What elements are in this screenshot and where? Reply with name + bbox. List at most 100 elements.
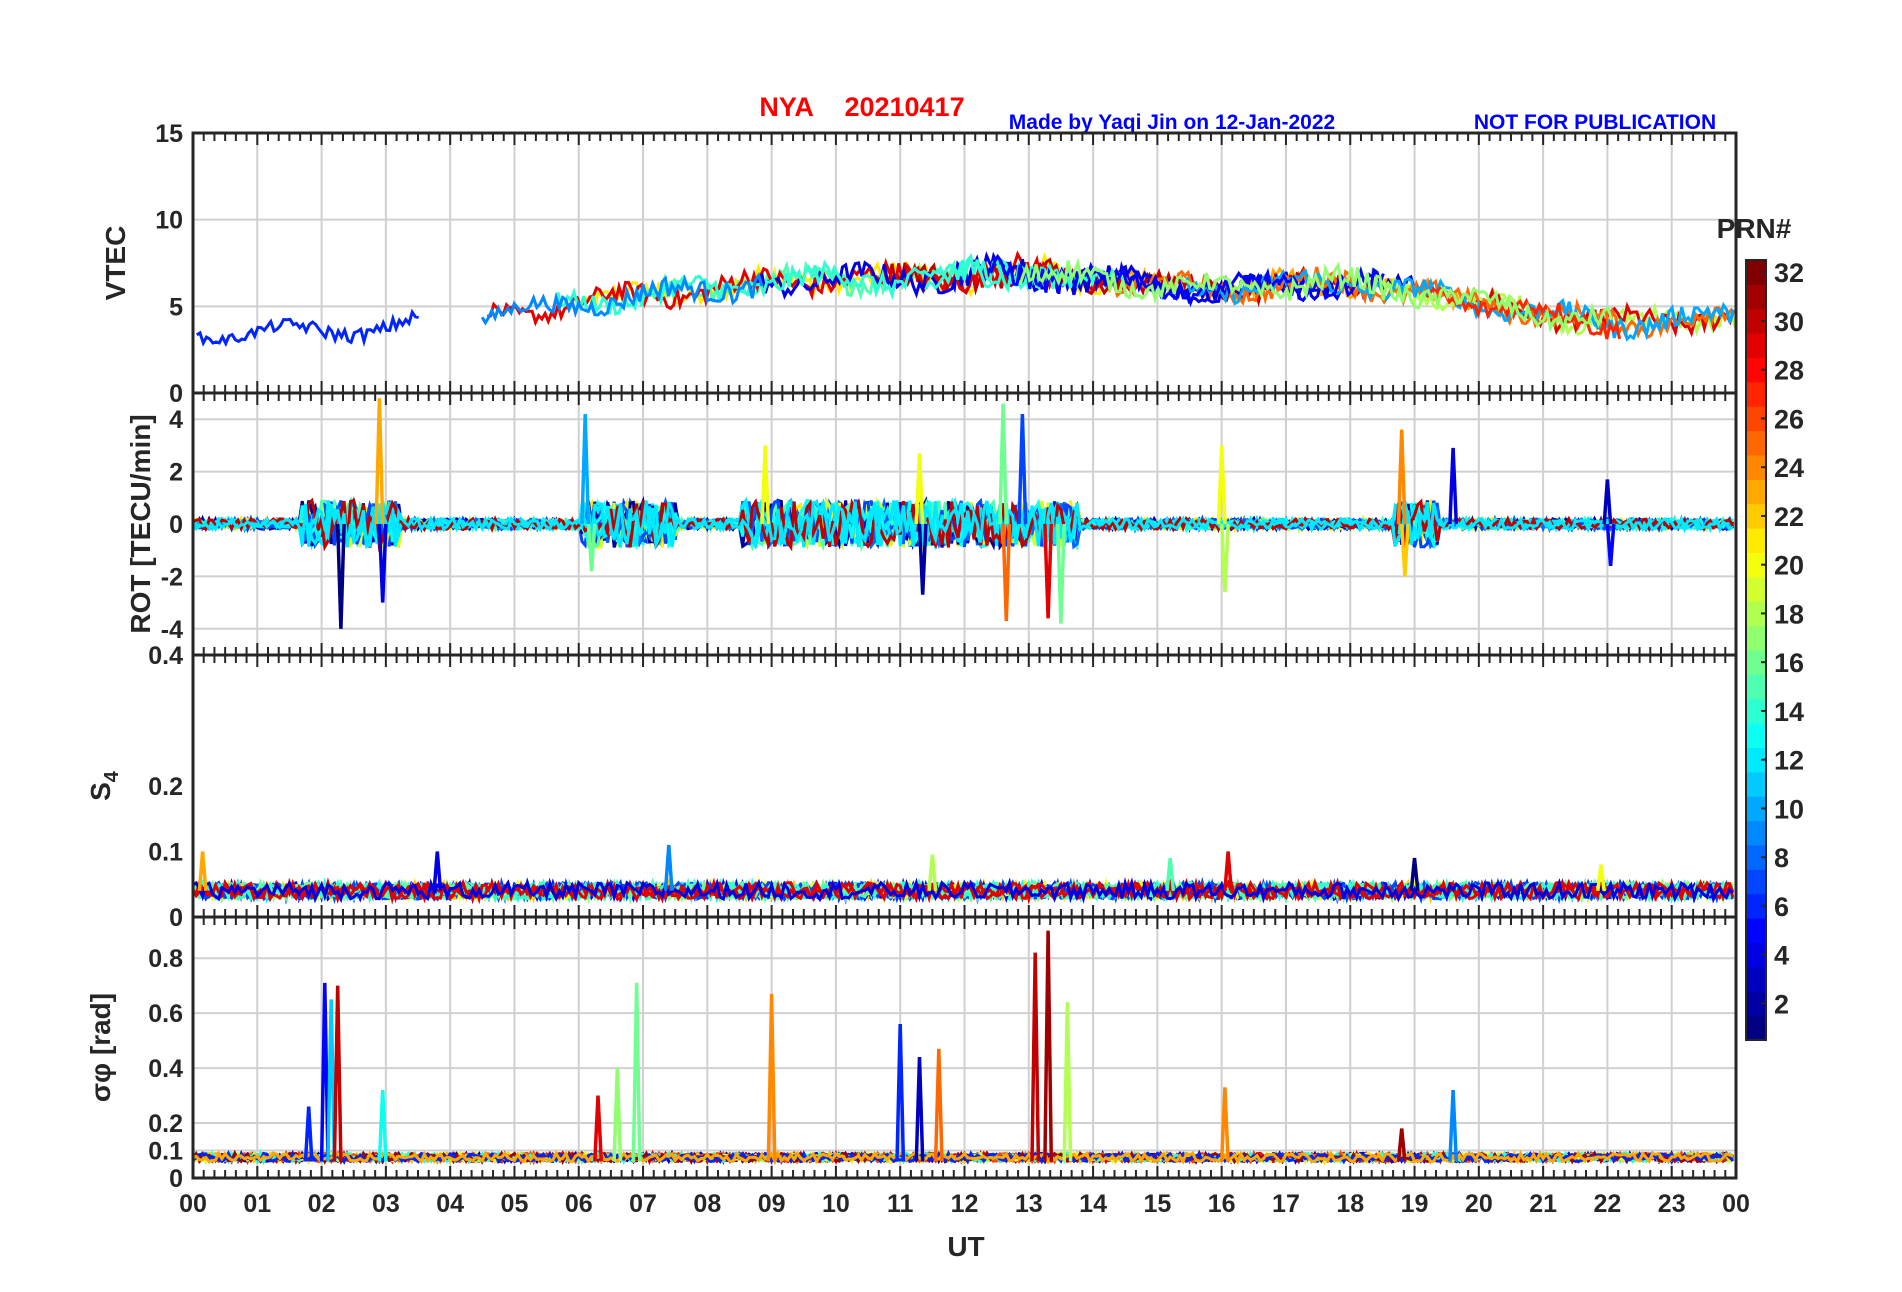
y-tick-label: 0 [169,1165,183,1193]
x-tick-label: 17 [1272,1190,1300,1218]
x-tick-label: 08 [693,1190,721,1218]
colorbar-tick-label: 16 [1774,648,1804,678]
station-code: NYA [759,92,813,122]
x-tick-label: 02 [308,1190,336,1218]
y-tick-label: 15 [155,120,183,148]
colorbar-segment [1746,771,1766,797]
credit-text: Made by Yaqi Jin on 12-Jan-2022 [1009,111,1335,134]
colorbar-title: PRN# [1717,213,1792,244]
x-tick-label: 01 [243,1190,271,1218]
colorbar-segment [1746,284,1766,310]
y-tick-label: 2 [169,459,183,487]
data-spike [1043,930,1054,1162]
data-spike [914,1057,925,1162]
y-tick-label: 0.4 [148,642,183,670]
x-tick-label: 14 [1079,1190,1107,1218]
colorbar-segment [1746,430,1766,456]
y-tick-label: 0 [169,904,183,932]
x-tick-label: 19 [1401,1190,1429,1218]
y-tick-label: 5 [169,293,183,321]
data-spike [933,1048,944,1162]
y-tick-label: 0 [169,380,183,408]
x-tick-label: 12 [951,1190,979,1218]
y-tick-label: -2 [161,563,183,591]
colorbar-segment [1746,479,1766,505]
y-axis-label: S4 [85,770,123,801]
data-spike [1030,952,1041,1162]
colorbar-tick-label: 28 [1774,356,1804,386]
colorbar-tick-label: 4 [1774,941,1789,971]
colorbar-segment [1746,1015,1766,1041]
panels: 051015VTEC-4-2024ROT [TECU/min]00.10.20.… [85,120,1750,1218]
colorbar-segment [1746,576,1766,602]
colorbar-segment [1746,918,1766,943]
colorbar-tick-label: 6 [1774,892,1789,922]
colorbar-tick-label: 26 [1774,404,1804,434]
y-tick-label: 10 [155,207,183,235]
y-axis-label: VTEC [100,226,131,301]
y-tick-label: 0.1 [148,1138,183,1166]
data-spike [1062,1002,1073,1162]
colorbar-tick-label: 20 [1774,551,1804,581]
x-tick-label: 05 [501,1190,529,1218]
y-tick-label: 0 [169,511,183,539]
colorbar-tick-label: 12 [1774,746,1804,776]
y-tick-label: 0.4 [148,1055,183,1083]
y-tick-label: 4 [169,406,183,434]
colorbar-tick-label: 24 [1774,453,1804,483]
data-spike [612,1068,623,1162]
colorbar-segment [1746,820,1766,846]
x-tick-label: 13 [1015,1190,1043,1218]
x-tick-label: 22 [1594,1190,1622,1218]
colorbar-tick-label: 30 [1774,307,1804,337]
colorbar-segment [1746,625,1766,651]
y-tick-label: 0.2 [148,1110,183,1138]
colorbar-segment [1746,869,1766,895]
x-tick-label: 20 [1465,1190,1493,1218]
scintillation-chart: NYA 20210417 Made by Yaqi Jin on 12-Jan-… [85,92,1804,1262]
panel-vtec: 0 5 10 15 VTEC [100,120,1738,408]
x-tick-label: 00 [1722,1190,1750,1218]
x-tick-label: 23 [1658,1190,1686,1218]
data-spike [1448,447,1459,525]
colorbar-segment [1746,528,1766,553]
date-label: 20210417 [844,92,964,122]
colorbar-segment [1746,381,1766,407]
x-tick-label: 07 [629,1190,657,1218]
colorbar-tick-label: 22 [1774,502,1804,532]
y-tick-label: -4 [161,616,183,644]
data-spike [332,985,343,1162]
y-tick-label: 0.8 [148,945,183,973]
notice-text: NOT FOR PUBLICATION [1474,111,1716,134]
panel-frame [191,653,1738,919]
colorbar-tick-label: 18 [1774,599,1804,629]
x-axis-label: UT [947,1231,984,1262]
x-tick-label: 15 [1143,1190,1171,1218]
colorbar-tick-label: 14 [1774,697,1804,727]
x-tick-label: 18 [1336,1190,1364,1218]
y-tick-label: 0.6 [148,1000,183,1028]
colorbar-tick-label: 10 [1774,794,1804,824]
chart-title-station-date: NYA 20210417 [759,92,964,122]
y-axis-label: σφ [rad] [85,993,116,1102]
x-tick-label: 00 [179,1190,207,1218]
y-axis-label: ROT [TECU/min] [125,414,156,633]
x-tick-label: 21 [1529,1190,1557,1218]
x-tick-label: 03 [372,1190,400,1218]
panel-rot: -4 -2 0 2 4 ROT [TECU/min] [125,391,1738,657]
colorbar-segment [1746,966,1766,992]
x-tick-label: 06 [565,1190,593,1218]
colorbar-segment [1746,333,1766,358]
x-tick-label: 10 [822,1190,850,1218]
y-tick-label: 0.2 [148,773,183,801]
colorbar-segment [1746,723,1766,748]
x-tick-label: 11 [887,1190,914,1218]
y-tick-label: 0.1 [148,839,183,867]
colorbar-tick-label: 2 [1774,989,1789,1019]
panel-sigma_phi: 00.10.2 0.4 0.6 0.8 σφ [rad] [85,915,1738,1193]
colorbar-tick-label: 32 [1774,258,1804,288]
panel-s4: 0 0.1 0.2 0.4 S4 [85,642,1738,932]
data-spike [631,982,642,1162]
x-tick-label: 09 [758,1190,786,1218]
x-tick-label: 04 [436,1190,464,1218]
